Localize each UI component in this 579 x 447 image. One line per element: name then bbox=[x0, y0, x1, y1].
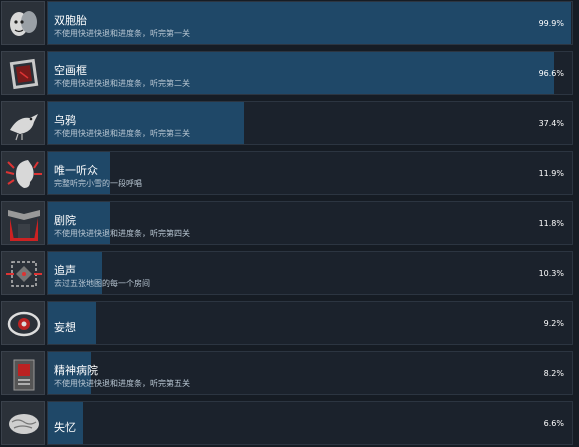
brain-icon bbox=[1, 401, 45, 445]
eye-icon bbox=[1, 301, 45, 345]
progress-bar: 精神病院 不使用快进快退和进度条，听完第五关 8.2% bbox=[47, 351, 573, 395]
achievement-description: 去过五张地图的每一个房间 bbox=[54, 279, 150, 288]
achievement-description: 不使用快进快退和进度条，听完第四关 bbox=[54, 229, 190, 238]
achievement-row[interactable]: 乌鸦 不使用快进快退和进度条，听完第三关 37.4% bbox=[0, 101, 579, 147]
map-icon bbox=[1, 251, 45, 295]
achievement-title: 双胞胎 bbox=[54, 14, 87, 27]
achievement-row[interactable]: 双胞胎 不使用快进快退和进度条，听完第一关 99.9% bbox=[0, 1, 579, 47]
achievement-row[interactable]: 妄想 9.2% bbox=[0, 301, 579, 347]
masks-icon bbox=[1, 1, 45, 45]
progress-bar: 剧院 不使用快进快退和进度条，听完第四关 11.8% bbox=[47, 201, 573, 245]
achievement-row[interactable]: 失忆 6.6% bbox=[0, 401, 579, 447]
achievement-percent: 10.3% bbox=[538, 269, 564, 278]
achievement-title: 剧院 bbox=[54, 214, 76, 227]
achievement-percent: 37.4% bbox=[538, 119, 564, 128]
progress-bar: 乌鸦 不使用快进快退和进度条，听完第三关 37.4% bbox=[47, 101, 573, 145]
achievement-percent: 9.2% bbox=[543, 319, 564, 328]
achievement-row[interactable]: 剧院 不使用快进快退和进度条，听完第四关 11.8% bbox=[0, 201, 579, 247]
achievement-percent: 11.9% bbox=[538, 169, 564, 178]
achievement-title: 失忆 bbox=[54, 421, 76, 434]
achievement-row[interactable]: 精神病院 不使用快进快退和进度条，听完第五关 8.2% bbox=[0, 351, 579, 397]
crow-icon bbox=[1, 101, 45, 145]
achievement-description: 不使用快进快退和进度条，听完第三关 bbox=[54, 129, 190, 138]
progress-bar: 失忆 6.6% bbox=[47, 401, 573, 445]
achievement-title: 乌鸦 bbox=[54, 114, 76, 127]
progress-bar: 空画框 不使用快进快退和进度条，听完第二关 96.6% bbox=[47, 51, 573, 95]
achievement-percent: 8.2% bbox=[543, 369, 564, 378]
achievement-description: 不使用快进快退和进度条，听完第二关 bbox=[54, 79, 190, 88]
ear-icon bbox=[1, 151, 45, 195]
achievement-description: 不使用快进快退和进度条，听完第一关 bbox=[54, 29, 190, 38]
asylum-icon bbox=[1, 351, 45, 395]
achievement-percent: 6.6% bbox=[543, 419, 564, 428]
achievement-title: 空画框 bbox=[54, 64, 87, 77]
progress-bar: 双胞胎 不使用快进快退和进度条，听完第一关 99.9% bbox=[47, 1, 573, 45]
achievement-title: 追声 bbox=[54, 264, 76, 277]
achievement-percent: 96.6% bbox=[538, 69, 564, 78]
achievement-row[interactable]: 空画框 不使用快进快退和进度条，听完第二关 96.6% bbox=[0, 51, 579, 97]
achievement-title: 妄想 bbox=[54, 321, 76, 334]
achievement-description: 完整听完小雪的一段呼唱 bbox=[54, 179, 142, 188]
achievement-percent: 99.9% bbox=[538, 19, 564, 28]
progress-bar: 追声 去过五张地图的每一个房间 10.3% bbox=[47, 251, 573, 295]
achievement-percent: 11.8% bbox=[538, 219, 564, 228]
theater-icon bbox=[1, 201, 45, 245]
achievement-description: 不使用快进快退和进度条，听完第五关 bbox=[54, 379, 190, 388]
achievement-title: 精神病院 bbox=[54, 364, 98, 377]
achievement-row[interactable]: 追声 去过五张地图的每一个房间 10.3% bbox=[0, 251, 579, 297]
progress-bar: 妄想 9.2% bbox=[47, 301, 573, 345]
picture-frame-icon bbox=[1, 51, 45, 95]
progress-bar: 唯一听众 完整听完小雪的一段呼唱 11.9% bbox=[47, 151, 573, 195]
achievement-title: 唯一听众 bbox=[54, 164, 98, 177]
achievement-row[interactable]: 唯一听众 完整听完小雪的一段呼唱 11.9% bbox=[0, 151, 579, 197]
